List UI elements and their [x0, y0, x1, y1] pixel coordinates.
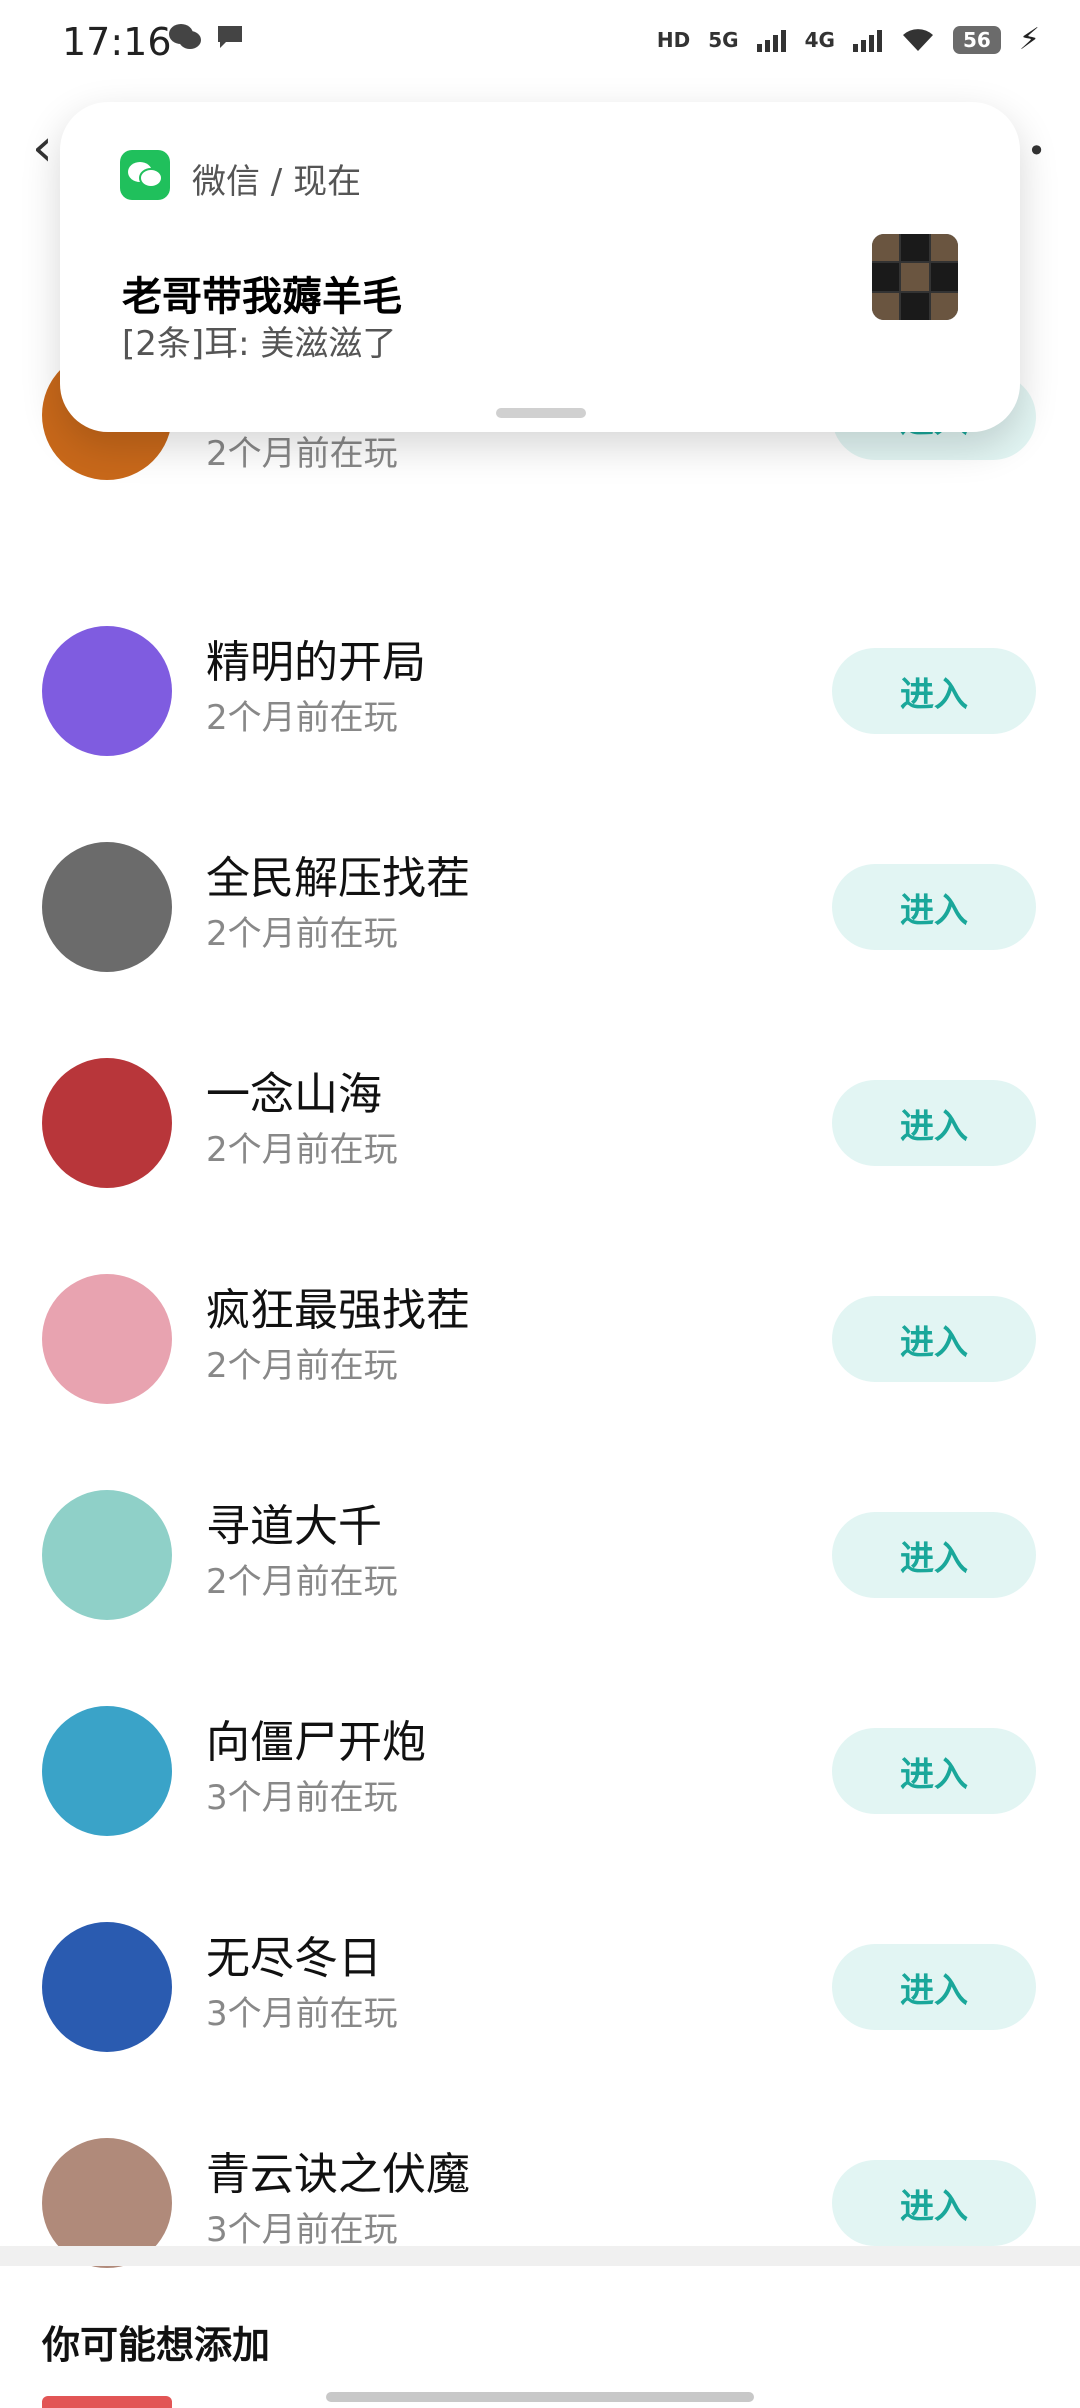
- game-name: 寻道大千: [206, 1501, 382, 1552]
- status-right-icons: HD 5G 4G 56 ⚡: [657, 22, 1040, 57]
- wechat-icon: [169, 24, 201, 49]
- status-left-icons: [168, 22, 246, 52]
- list-item[interactable]: 全民解压找茬 2个月前在玩 进入: [0, 782, 1080, 998]
- game-avatar: [42, 1058, 172, 1188]
- game-name: 一念山海: [206, 1069, 382, 1120]
- list-item[interactable]: 寻道大千 2个月前在玩 进入: [0, 1430, 1080, 1646]
- wifi-icon: [902, 28, 933, 51]
- game-name: 全民解压找茬: [206, 853, 470, 904]
- notification-drag-handle[interactable]: [496, 408, 586, 418]
- enter-button[interactable]: 进入: [832, 1728, 1036, 1814]
- status-time: 17:16: [62, 20, 172, 64]
- enter-button[interactable]: 进入: [832, 648, 1036, 734]
- game-avatar: [42, 1274, 172, 1404]
- game-last-played: 2个月前在玩: [206, 698, 398, 738]
- enter-button[interactable]: 进入: [832, 1080, 1036, 1166]
- more-icon[interactable]: •: [1027, 132, 1046, 170]
- group-avatar-grid-icon: [872, 234, 958, 320]
- game-name: 疯狂最强找茬: [206, 1285, 470, 1336]
- 4g-signal-icon: 4G: [804, 27, 835, 52]
- game-last-played: 2个月前在玩: [206, 914, 398, 954]
- hd-icon: HD: [656, 27, 691, 52]
- battery-icon: 56: [952, 25, 1001, 54]
- game-avatar: [42, 1490, 172, 1620]
- game-name: 精明的开局: [206, 637, 426, 688]
- list-item[interactable]: 无尽冬日 3个月前在玩 进入: [0, 1862, 1080, 2078]
- game-last-played: 3个月前在玩: [206, 1994, 398, 2034]
- wechat-icon: [120, 150, 170, 200]
- game-last-played: 2个月前在玩: [206, 1562, 398, 1602]
- game-last-played: 3个月前在玩: [206, 2210, 398, 2250]
- signal-bars-icon: [756, 29, 786, 52]
- charging-icon: ⚡: [1018, 22, 1040, 57]
- list-item[interactable]: 精明的开局 2个月前在玩 进入: [0, 566, 1080, 782]
- list-item[interactable]: 疯狂最强找茬 2个月前在玩 进入: [0, 1214, 1080, 1430]
- signal-bars-icon: [852, 29, 882, 52]
- enter-button[interactable]: 进入: [832, 1944, 1036, 2030]
- game-name: 无尽冬日: [206, 1933, 382, 1984]
- game-avatar: [42, 2396, 172, 2408]
- section-divider: [0, 2246, 1080, 2266]
- enter-button[interactable]: 进入: [832, 1512, 1036, 1598]
- section-title: 你可能想添加: [42, 2323, 271, 2367]
- enter-button[interactable]: 进入: [832, 2160, 1036, 2246]
- status-bar: 17:16 HD 5G 4G 56 ⚡: [0, 0, 1080, 84]
- game-avatar: [42, 1922, 172, 2052]
- 5g-signal-icon: 5G: [708, 27, 739, 52]
- back-icon[interactable]: ‹: [32, 118, 53, 178]
- game-last-played: 2个月前在玩: [206, 1346, 398, 1386]
- game-last-played: 3个月前在玩: [206, 1778, 398, 1818]
- game-last-played: 2个月前在玩: [206, 434, 398, 474]
- notification-body: [2条]耳: 美滋滋了: [122, 324, 397, 364]
- game-name: 向僵尸开炮: [206, 1717, 426, 1768]
- notification-title: 老哥带我薅羊毛: [122, 274, 402, 320]
- game-avatar: [42, 626, 172, 756]
- game-name: 青云诀之伏魔: [206, 2149, 470, 2200]
- enter-button[interactable]: 进入: [832, 864, 1036, 950]
- chat-bubble-icon: [218, 26, 242, 48]
- notification-app-name: 微信 / 现在: [192, 162, 362, 202]
- list-item[interactable]: 一念山海 2个月前在玩 进入: [0, 998, 1080, 1214]
- game-last-played: 2个月前在玩: [206, 1130, 398, 1170]
- wechat-notification[interactable]: 微信 / 现在 老哥带我薅羊毛 [2条]耳: 美滋滋了: [60, 102, 1020, 432]
- game-avatar: [42, 842, 172, 972]
- enter-button[interactable]: 进入: [832, 1296, 1036, 1382]
- home-indicator[interactable]: [326, 2392, 754, 2402]
- list-item[interactable]: 向僵尸开炮 3个月前在玩 进入: [0, 1646, 1080, 1862]
- game-avatar: [42, 1706, 172, 1836]
